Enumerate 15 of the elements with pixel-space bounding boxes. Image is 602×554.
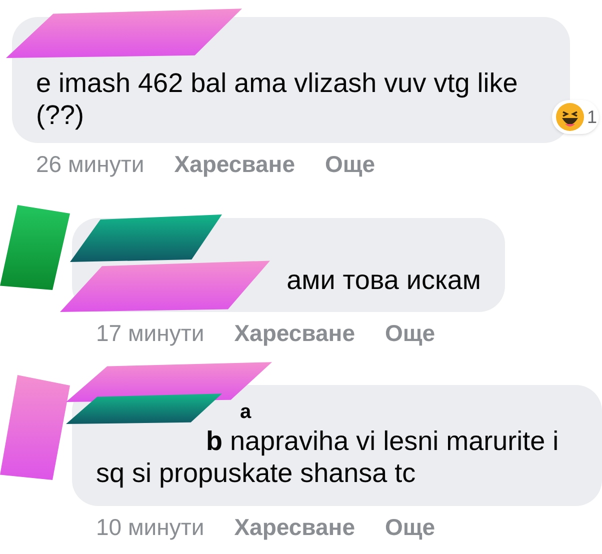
- reaction-count: 1: [587, 106, 598, 128]
- comment-time: 17 минути: [96, 319, 204, 348]
- like-link[interactable]: Харесване: [174, 149, 295, 179]
- like-link[interactable]: Харесване: [234, 318, 355, 348]
- comment-text: e imash 462 bal ama vlizash vuv vtg like (??): [36, 67, 519, 131]
- comment-text: ами това искам: [286, 264, 481, 296]
- like-link[interactable]: Харесване: [234, 512, 355, 542]
- comment-text: b napraviha vi lesni marurite i sq si propuskate shansa tc: [96, 425, 560, 489]
- more-link[interactable]: Още: [325, 149, 376, 179]
- comment-time: 10 минути: [96, 513, 204, 542]
- more-link[interactable]: Още: [385, 512, 436, 542]
- comment-time: 26 минути: [36, 150, 144, 179]
- laughing-emoji-icon: [555, 102, 585, 132]
- more-link[interactable]: Още: [385, 318, 436, 348]
- author-name: a: [240, 400, 252, 425]
